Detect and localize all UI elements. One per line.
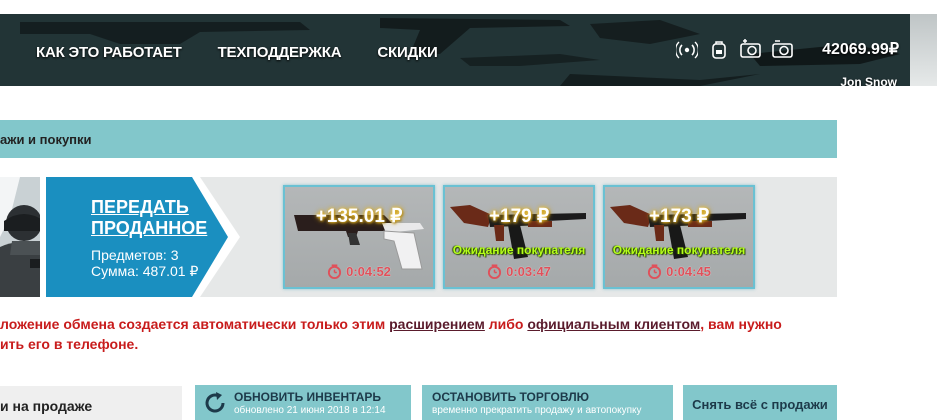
on-sale-label: и на продаже (0, 398, 93, 414)
broadcast-icon[interactable] (676, 39, 698, 59)
timer-icon (648, 264, 662, 279)
transfer-sold-link[interactable]: ПЕРЕДАТЬ ПРОДАННОЕ (91, 197, 221, 239)
add-camera-icon[interactable] (740, 39, 762, 59)
item-price: +173 ₽ (648, 206, 710, 227)
transfer-panel: ПЕРЕДАТЬ ПРОДАННОЕ Предметов: 3 Сумма: 4… (0, 177, 837, 297)
trade-warning: ложение обмена создается автоматически т… (0, 314, 830, 354)
warning-text: либо (484, 316, 528, 332)
remove-all-button[interactable]: Снять всё с продажи (683, 385, 837, 420)
item-timer: 0:04:45 (605, 264, 753, 279)
stop-title: ОСТАНОВИТЬ ТОРГОВЛЮ (432, 390, 590, 404)
item-price: +135.01 ₽ (315, 206, 403, 227)
refresh-icon (205, 392, 225, 413)
remove-camera-icon[interactable] (772, 39, 794, 59)
stop-subtitle: временно прекратить продажу и автопокупк… (432, 405, 642, 416)
backpack-icon[interactable] (708, 39, 730, 59)
item-timer-value: 0:03:47 (506, 264, 551, 279)
section-header: ажи и покупки (0, 120, 837, 158)
timer-icon (488, 264, 502, 279)
warning-text: ложение обмена создается автоматически т… (0, 316, 390, 332)
stop-trading-button[interactable]: ОСТАНОВИТЬ ТОРГОВЛЮ временно прекратить … (422, 385, 673, 420)
item-timer: 0:04:52 (285, 264, 433, 279)
transfer-total: Сумма: 487.01 ₽ (91, 263, 199, 279)
item-timer-value: 0:04:45 (666, 264, 711, 279)
main-nav: КАК ЭТО РАБОТАЕТ ТЕХПОДДЕРЖКА СКИДКИ (36, 44, 438, 61)
nav-support[interactable]: ТЕХПОДДЕРЖКА (218, 44, 342, 61)
user-name[interactable]: Jon Snow (840, 75, 897, 86)
header-icons (676, 39, 794, 59)
item-status: Ожидание покупателя (612, 243, 746, 257)
header-edge-strip (910, 14, 937, 86)
warning-line-2: ить его в телефоне. (0, 336, 139, 352)
warning-text: , вам нужно (700, 316, 782, 332)
warning-line-1: ложение обмена создается автоматически т… (0, 314, 830, 334)
refresh-title: ОБНОВИТЬ ИНВЕНТАРЬ (234, 390, 382, 404)
sold-item-card[interactable]: +173 ₽ Ожидание покупателя 0:04:45 (603, 185, 755, 289)
account-balance: 42069.99₽ (822, 41, 899, 58)
section-title: ажи и покупки (0, 132, 92, 147)
on-sale-header: и на продаже (0, 386, 182, 420)
sold-item-card[interactable]: +135.01 ₽ 0:04:52 (283, 185, 435, 289)
refresh-inventory-button[interactable]: ОБНОВИТЬ ИНВЕНТАРЬ обновлено 21 июня 201… (195, 385, 411, 420)
refresh-subtitle: обновлено 21 июня 2018 в 12:14 (234, 405, 386, 416)
official-client-link[interactable]: официальным клиентом (527, 316, 700, 332)
remove-all-label: Снять всё с продажи (692, 397, 828, 412)
site-header: КАК ЭТО РАБОТАЕТ ТЕХПОДДЕРЖКА СКИДКИ 420… (0, 14, 937, 86)
transfer-items-count: Предметов: 3 (91, 247, 179, 263)
transfer-summary: Предметов: 3 Сумма: 487.01 ₽ (91, 247, 198, 279)
item-status: Ожидание покупателя (452, 243, 586, 257)
item-timer: 0:03:47 (445, 264, 593, 279)
timer-icon (328, 264, 342, 279)
nav-discounts[interactable]: СКИДКИ (377, 44, 437, 61)
nav-how-it-works[interactable]: КАК ЭТО РАБОТАЕТ (36, 44, 182, 61)
item-timer-value: 0:04:52 (346, 264, 391, 279)
item-price: +179 ₽ (488, 206, 550, 227)
extension-link[interactable]: расширением (389, 316, 485, 332)
sold-item-card[interactable]: +179 ₽ Ожидание покупателя 0:03:47 (443, 185, 595, 289)
